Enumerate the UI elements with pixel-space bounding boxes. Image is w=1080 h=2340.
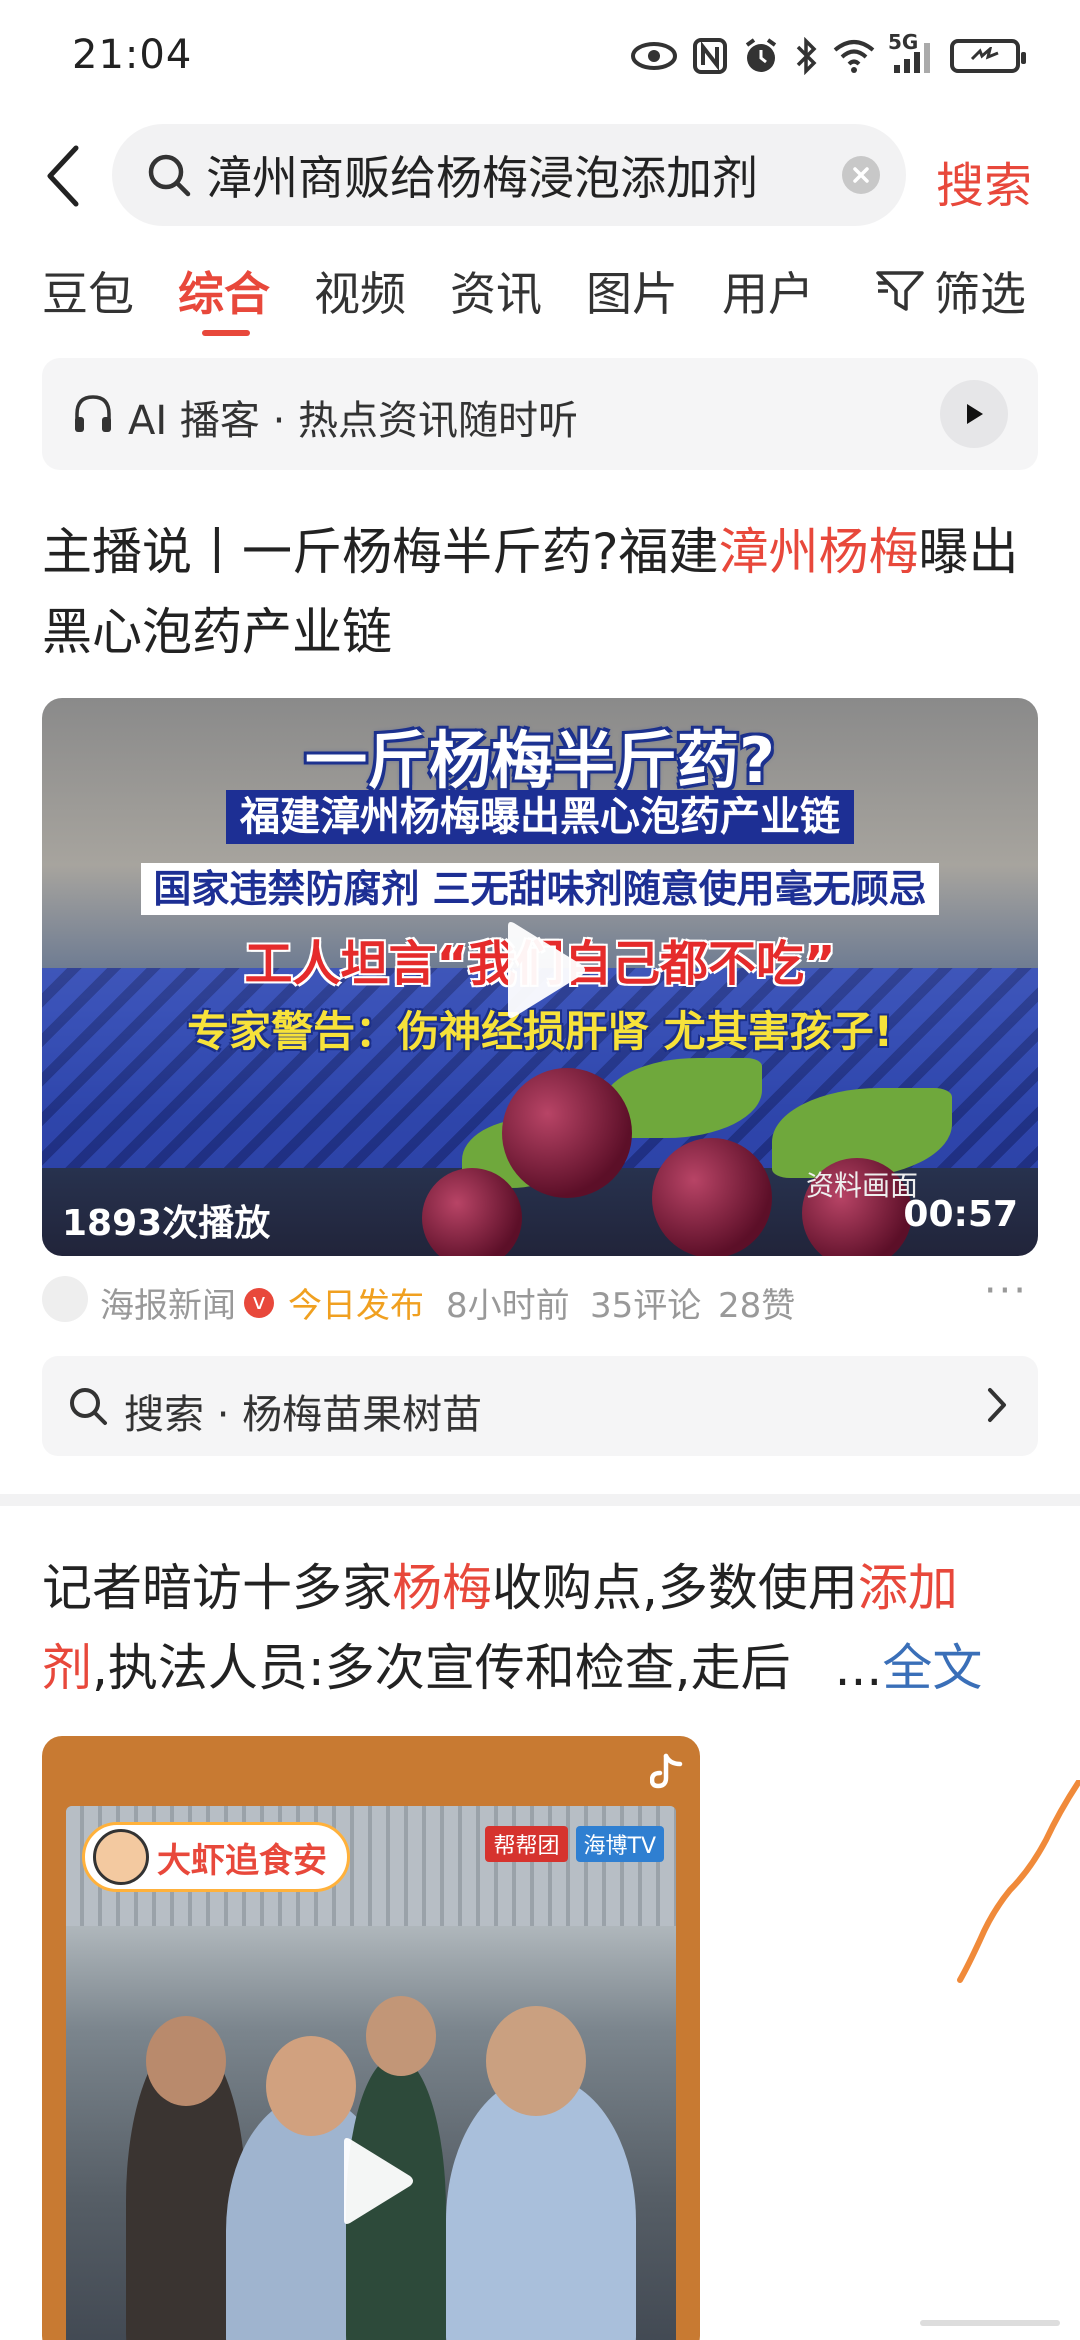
- title-text: 收购点,多数使用: [492, 1559, 858, 1617]
- title-text: 主播说丨一斤杨梅半斤药?福建: [42, 523, 719, 581]
- verified-badge: v: [244, 1288, 274, 1318]
- time-ago: 8小时前: [446, 1286, 570, 1326]
- title-highlight: 添加: [857, 1559, 958, 1617]
- title-text: ,执法人员:多次宣传和检查,走后: [92, 1639, 791, 1697]
- brand-name: 大虾追食安: [157, 1840, 327, 1881]
- tab-images[interactable]: 图片: [586, 258, 678, 324]
- play-icon[interactable]: [498, 920, 588, 1020]
- search-icon: [148, 154, 191, 197]
- play-icon: [967, 404, 983, 424]
- title-highlight: 漳州杨梅: [718, 523, 919, 581]
- bluetooth-icon: [794, 36, 818, 76]
- video-play-count: 1893次播放: [62, 1203, 271, 1244]
- mascot-avatar: [93, 1829, 149, 1885]
- nfc-icon: [692, 36, 728, 76]
- related-search-text: 搜索 · 杨梅苗果树苗: [124, 1392, 483, 1438]
- battery-icon: [950, 36, 1026, 76]
- close-icon: [853, 167, 869, 183]
- video-caption-2: 福建漳州杨梅曝出黑心泡药产业链: [42, 784, 1038, 844]
- avatar[interactable]: [42, 1276, 88, 1322]
- article-1-title[interactable]: 主播说丨一斤杨梅半斤药?福建漳州杨梅曝出黑心泡药产业链: [42, 512, 1042, 672]
- signal-icon: 5G: [888, 30, 936, 76]
- search-icon: [70, 1388, 107, 1425]
- video-caption-3: 国家违禁防腐剂 三无甜味剂随意使用毫无顾忌: [42, 858, 1038, 915]
- article-2-video[interactable]: 大虾追食安 帮帮团 海博TV: [42, 1736, 700, 2340]
- wifi-icon: [832, 36, 876, 76]
- source-name[interactable]: 海报新闻: [100, 1278, 236, 1327]
- status-time: 21:04: [72, 32, 193, 78]
- network-label: 5G: [888, 30, 919, 54]
- section-divider: [0, 1494, 1080, 1506]
- video-tags: 帮帮团 海博TV: [485, 1826, 664, 1862]
- active-tab-indicator: [202, 330, 250, 336]
- tab-users[interactable]: 用户: [722, 258, 814, 324]
- title-ellipsis: ...: [834, 1639, 883, 1697]
- headphone-icon: [75, 395, 111, 432]
- article-1-meta: 海报新闻 v 今日发布 8小时前 35评论 28赞 ···: [42, 1268, 1038, 1327]
- read-full-link[interactable]: 全文: [882, 1639, 982, 1697]
- ai-podcast-text: AI 播客 · 热点资讯随时听: [128, 398, 579, 444]
- caption-text: 福建漳州杨梅曝出黑心泡药产业链: [226, 790, 854, 844]
- tab-video[interactable]: 视频: [314, 258, 406, 324]
- video-thumbnail-berries: [422, 1038, 982, 1256]
- tag-bangbangtuan: 帮帮团: [485, 1826, 568, 1862]
- tab-doubao[interactable]: 豆包: [42, 258, 134, 324]
- title-highlight: 剂: [42, 1639, 92, 1697]
- clear-search-button[interactable]: [842, 156, 880, 194]
- filter-icon: [876, 271, 924, 311]
- gesture-handle: [920, 2320, 1060, 2326]
- ai-podcast-bar[interactable]: AI 播客 · 热点资讯随时听: [42, 358, 1038, 470]
- comment-count: 35评论: [590, 1286, 702, 1326]
- alarm-icon: [742, 36, 780, 76]
- related-search-bar[interactable]: 搜索 · 杨梅苗果树苗: [42, 1356, 1038, 1456]
- search-query-text: 漳州商贩给杨梅浸泡添加剂: [206, 151, 758, 205]
- tiktok-icon: [650, 1753, 683, 1789]
- article-1-video[interactable]: 一斤杨梅半斤药? 福建漳州杨梅曝出黑心泡药产业链 国家违禁防腐剂 三无甜味剂随意…: [42, 698, 1038, 1256]
- tab-comprehensive[interactable]: 综合: [178, 258, 270, 324]
- annotation-scribble: [957, 1780, 1080, 1983]
- search-input[interactable]: 漳州商贩给杨梅浸泡添加剂: [112, 124, 906, 226]
- published-label: 今日发布: [288, 1286, 424, 1326]
- title-highlight: 杨梅: [392, 1559, 492, 1617]
- eye-icon: [630, 36, 678, 76]
- play-icon[interactable]: [336, 2136, 416, 2226]
- video-duration: 00:57: [903, 1194, 1018, 1235]
- like-count: 28赞: [718, 1286, 796, 1326]
- status-bar: 21:04 5G: [0, 0, 1080, 120]
- tag-haibo-tv: 海博TV: [575, 1826, 664, 1862]
- filter-button[interactable]: 筛选: [876, 258, 1026, 324]
- caption-text: 国家违禁防腐剂 三无甜味剂随意使用毫无顾忌: [141, 863, 939, 915]
- back-button[interactable]: [36, 140, 92, 212]
- brand-logo: 大虾追食安: [82, 1822, 350, 1892]
- filter-label: 筛选: [934, 267, 1026, 321]
- title-text: 记者暗访十多家: [42, 1559, 392, 1617]
- more-options-button[interactable]: ···: [984, 1268, 1028, 1314]
- search-button[interactable]: 搜索: [936, 146, 1032, 216]
- chevron-left-icon: [47, 145, 79, 207]
- video-source-note: 资料画面: [805, 1169, 918, 1202]
- ai-play-button[interactable]: [940, 380, 1008, 448]
- article-2-title[interactable]: 记者暗访十多家杨梅收购点,多数使用添加剂,执法人员:多次宣传和检查,走后 ...全…: [42, 1548, 1042, 1708]
- tab-news[interactable]: 资讯: [450, 258, 542, 324]
- status-icons: 5G: [630, 30, 1026, 76]
- chevron-right-icon: [988, 1388, 1006, 1422]
